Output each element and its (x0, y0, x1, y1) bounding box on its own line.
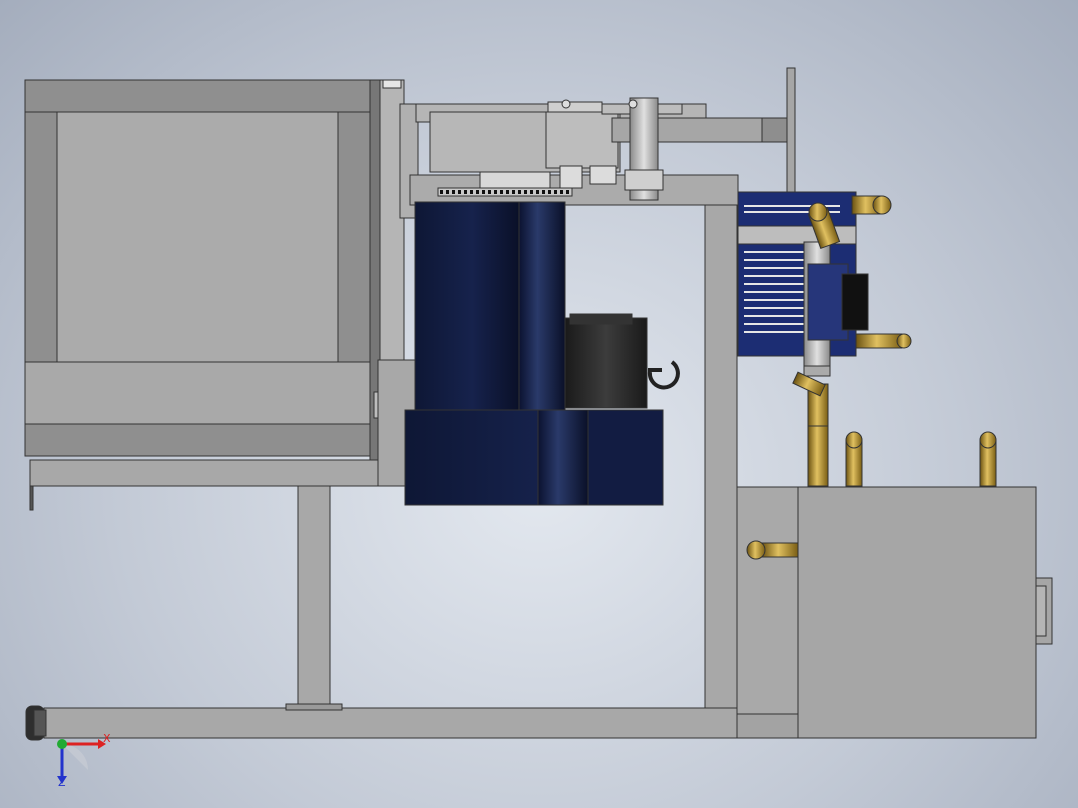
x-axis-label: X (103, 732, 111, 745)
z-axis-label: Z (58, 776, 66, 789)
water-tank (736, 486, 1053, 739)
cad-viewport[interactable]: X Z (0, 0, 1078, 808)
motor-upper (414, 201, 566, 411)
cooling-unit (737, 191, 869, 377)
assembly-drawing (24, 67, 1053, 741)
feed-hopper (24, 79, 383, 461)
gear-reducer (564, 313, 680, 409)
motor-lower (404, 409, 664, 506)
